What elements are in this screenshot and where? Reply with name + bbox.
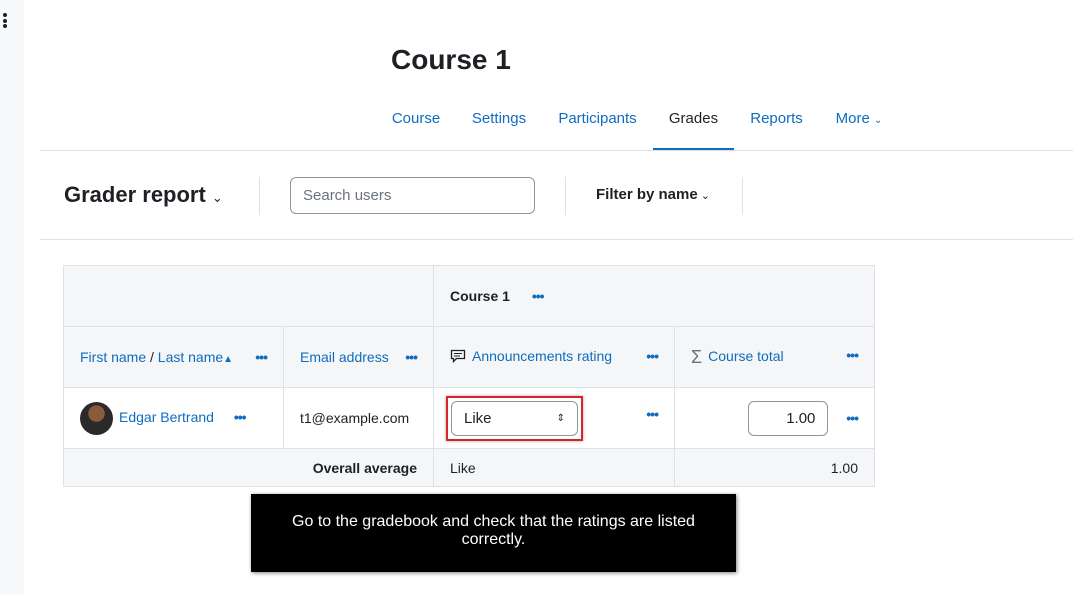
divider [259,177,260,215]
email-header-cell: Email address ••• [283,326,434,388]
chevron-down-icon: ⌄ [873,115,883,126]
tab-more-label: More [835,110,870,127]
category-actions-icon[interactable]: ••• [532,288,545,304]
report-toolbar: Grader report⌄ Filter by name⌄ [40,160,1073,240]
empty-header-cell [63,265,434,327]
grader-table: Course 1 ••• First name / Last name▲ •••… [63,265,875,487]
tab-more[interactable]: More ⌄ [826,100,892,151]
sort-email[interactable]: Email address [300,349,389,365]
page-title: Course 1 [391,44,511,75]
tab-reports[interactable]: Reports [742,100,811,151]
filter-label: Filter by name [596,186,698,203]
tab-grades[interactable]: Grades [653,100,734,151]
rating-column-link[interactable]: Announcements rating [472,348,612,364]
rating-cell: Like ⇕ ••• [433,387,675,449]
tab-course[interactable]: Course [381,100,451,151]
left-drawer-strip [0,0,24,594]
category-title: Course 1 [450,288,510,304]
course-total-link[interactable]: Course total [708,348,783,364]
email-cell: t1@example.com [283,387,434,449]
chevron-down-icon: ⌄ [700,190,710,202]
total-actions-icon[interactable]: ••• [846,347,859,363]
user-cell: Edgar Bertrand ••• [63,387,284,449]
table-row: Edgar Bertrand ••• t1@example.com Like ⇕ … [63,387,875,449]
course-total-input[interactable]: 1.00 [748,400,829,436]
select-arrows-icon: ⇕ [556,412,565,424]
sort-asc-icon: ▲ [223,354,234,365]
total-cell: 1.00 ••• [674,387,875,449]
average-row: Overall average Like 1.00 [63,448,875,487]
rating-select-value: Like [464,409,492,427]
user-name-link[interactable]: Edgar Bertrand [119,409,214,425]
report-selector[interactable]: Grader report ⌄ [64,182,223,208]
chevron-down-icon: ⌄ [211,190,223,205]
name-header-cell: First name / Last name▲ ••• [63,326,284,388]
instruction-tooltip: Go to the gradebook and check that the r… [251,494,736,572]
email-actions-icon[interactable]: ••• [405,349,418,365]
nav-divider [40,150,1073,151]
rating-cell-actions-icon[interactable]: ••• [646,406,659,422]
divider [565,177,566,215]
rating-select[interactable]: Like ⇕ [451,400,578,436]
course-nav: Course Settings Participants Grades Repo… [0,100,1073,151]
category-header-cell: Course 1 ••• [433,265,875,327]
average-total: 1.00 [674,448,875,487]
name-actions-icon[interactable]: ••• [255,349,268,365]
total-header-cell: Σ Course total ••• [674,326,875,388]
sort-last-name[interactable]: Last name [158,349,223,365]
user-actions-icon[interactable]: ••• [234,409,247,425]
sort-first-name[interactable]: First name [80,349,146,365]
search-users-input[interactable] [290,177,535,214]
total-cell-actions-icon[interactable]: ••• [846,410,859,426]
forum-icon [450,349,466,366]
sigma-icon: Σ [691,346,703,367]
category-row: Course 1 ••• [63,265,875,327]
rating-actions-icon[interactable]: ••• [646,348,659,364]
tab-settings[interactable]: Settings [461,100,537,151]
divider [742,177,743,215]
drawer-menu-icon[interactable] [3,13,9,29]
tab-participants[interactable]: Participants [548,100,647,151]
average-label: Overall average [63,448,434,487]
highlight-box: Like ⇕ [446,395,583,441]
rating-header-cell: Announcements rating ••• [433,326,675,388]
avatar [80,401,113,435]
filter-by-name-button[interactable]: Filter by name ⌄ [596,186,710,203]
report-title: Grader report [64,182,206,207]
column-header-row: First name / Last name▲ ••• Email addres… [63,326,875,388]
average-rating: Like [433,448,675,487]
name-separator: / [150,349,154,365]
